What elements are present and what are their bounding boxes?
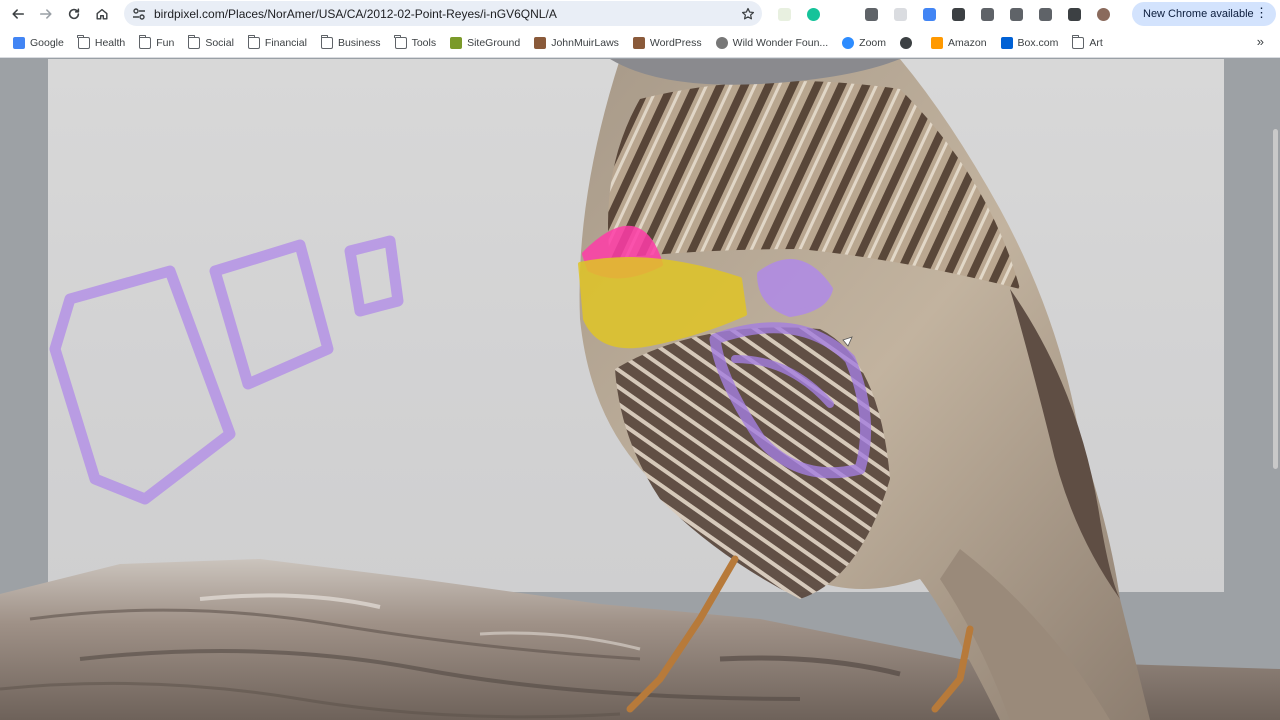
chrome-menu-icon[interactable]: ⋮ [1255, 6, 1268, 20]
wordpress-icon [632, 36, 645, 49]
back-icon[interactable] [4, 0, 32, 28]
reload-icon[interactable] [60, 0, 88, 28]
bookmark-wordpress[interactable]: WordPress [628, 31, 707, 55]
bookmark-art[interactable]: Art [1067, 31, 1107, 55]
amazon-icon [931, 36, 944, 49]
folder-icon [77, 34, 90, 49]
download-icon-glyph [1039, 7, 1052, 21]
folder-icon [138, 34, 152, 49]
bookmarks-overflow-icon[interactable]: » [1257, 34, 1264, 49]
bookmark-google[interactable]: Google [8, 31, 69, 55]
extension-f-icon-glyph [865, 7, 878, 21]
bookmark-financial[interactable]: Financial [243, 31, 312, 55]
bookmark-label: Amazon [948, 36, 987, 49]
bookmark-label: Google [30, 36, 64, 49]
extension-s-icon[interactable] [828, 0, 857, 28]
folder-icon [1072, 34, 1085, 49]
extensions-puzzle-icon[interactable] [1002, 0, 1031, 28]
download-icon[interactable] [1031, 0, 1060, 28]
extension-1-icon[interactable] [770, 0, 799, 28]
profile-avatar-icon[interactable] [1089, 0, 1118, 28]
bookmark-label: Box.com [1017, 36, 1059, 49]
home-icon[interactable] [88, 0, 116, 28]
folder-icon [320, 34, 333, 49]
wild-wonder-icon [715, 36, 728, 49]
extension-box-icon-glyph [952, 7, 965, 21]
side-panel-icon[interactable] [1060, 0, 1089, 28]
globe-icon [900, 36, 913, 49]
bookmark-amazon[interactable]: Amazon [926, 31, 992, 55]
folder-icon [394, 34, 407, 49]
folder-icon [247, 34, 260, 49]
bookmark-label: WordPress [649, 36, 702, 49]
bookmark-label: SiteGround [467, 36, 521, 49]
bookmark-label: Zoom [859, 36, 887, 49]
page-content [0, 59, 1280, 720]
extension-feather-icon-glyph [923, 7, 936, 21]
site-info-icon[interactable] [124, 7, 154, 21]
photo-scene [0, 59, 1280, 720]
bookmark-label: Business [337, 36, 381, 49]
bookmark-johnmuirlaws[interactable]: JohnMuirLaws [529, 31, 624, 55]
update-label: New Chrome available [1143, 8, 1254, 20]
bookmark-box-com[interactable]: Box.com [996, 31, 1064, 55]
google-icon [13, 36, 25, 49]
bookmark-business[interactable]: Business [316, 31, 386, 55]
extension-gear-icon[interactable] [886, 0, 915, 28]
bookmark-label: JohnMuirLaws [551, 36, 619, 49]
folder-icon [187, 34, 201, 49]
zoom-icon [842, 36, 855, 49]
extension-box-icon[interactable] [944, 0, 973, 28]
extension-1-icon-glyph [778, 7, 791, 21]
side-panel-icon-glyph [1068, 7, 1081, 21]
bookmark-social[interactable]: Social [183, 31, 239, 55]
bookmark-label: Health [94, 36, 126, 49]
bookmark-label: Social [205, 36, 234, 49]
extensions-puzzle-icon-glyph [1010, 7, 1023, 21]
extension-feather-icon[interactable] [915, 0, 944, 28]
bookmark-globe[interactable] [895, 31, 922, 55]
bookmark-wild-wonder-foun[interactable]: Wild Wonder Foun... [711, 31, 834, 55]
extension-qr-icon[interactable] [973, 0, 1002, 28]
profile-avatar-icon-glyph [1097, 7, 1110, 21]
extension-s-icon-glyph [836, 7, 849, 21]
bookmark-label: Fun [156, 36, 175, 49]
bookmark-fun[interactable]: Fun [134, 31, 179, 55]
extension-qr-icon-glyph [981, 7, 994, 21]
bookmark-health[interactable]: Health [73, 31, 130, 55]
bookmark-tools[interactable]: Tools [390, 31, 442, 55]
extensions-area [770, 0, 1118, 28]
bookmark-label: Financial [264, 36, 307, 49]
bookmark-label: Wild Wonder Foun... [732, 36, 829, 49]
extension-f-icon[interactable] [857, 0, 886, 28]
box-icon [1000, 36, 1013, 49]
bookmark-star-icon[interactable] [734, 7, 762, 21]
bookmark-zoom[interactable]: Zoom [837, 31, 891, 55]
grammarly-icon-glyph [807, 7, 820, 21]
bookmark-label: Art [1089, 36, 1103, 49]
address-bar[interactable]: birdpixel.com/Places/NorAmer/USA/CA/2012… [124, 1, 762, 26]
forward-icon[interactable] [32, 0, 60, 28]
url-text: birdpixel.com/Places/NorAmer/USA/CA/2012… [154, 6, 557, 21]
extension-gear-icon-glyph [894, 7, 907, 21]
browser-toolbar: birdpixel.com/Places/NorAmer/USA/CA/2012… [0, 0, 1280, 28]
siteground-icon [450, 36, 463, 49]
grammarly-icon[interactable] [799, 0, 828, 28]
page-scrollbar[interactable] [1273, 129, 1278, 469]
new-chrome-available-button[interactable]: New Chrome available ⋮ [1132, 2, 1276, 26]
johnmuirlaws-icon [534, 36, 547, 49]
bookmarks-bar: Google Health Fun Social Financial Business To… [0, 28, 1280, 58]
bookmark-siteground[interactable]: SiteGround [445, 31, 525, 55]
bookmark-label: Tools [411, 36, 437, 49]
